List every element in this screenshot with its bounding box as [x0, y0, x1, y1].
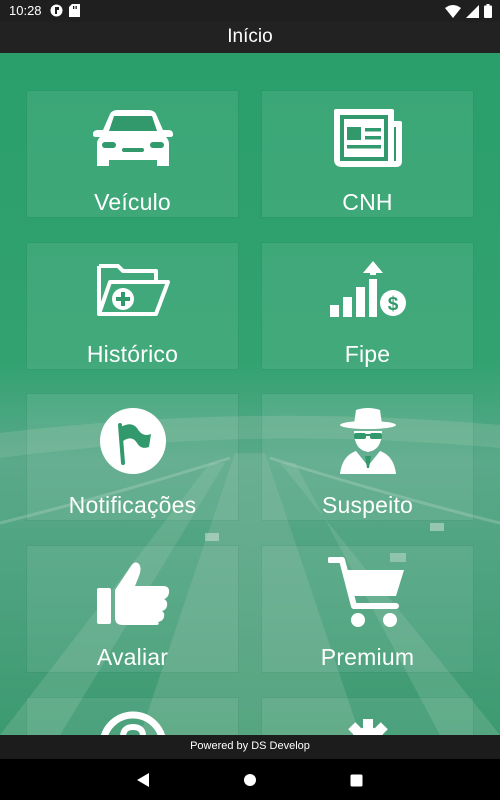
menu-item-suspeito[interactable]: Suspeito: [262, 394, 473, 520]
menu-item-ajuda[interactable]: [27, 698, 238, 735]
back-triangle-icon: [137, 773, 149, 787]
menu-item-label: Fipe: [344, 341, 391, 367]
menu-item-premium[interactable]: Premium: [262, 546, 473, 672]
menu-item-veiculo[interactable]: Veículo: [27, 91, 238, 217]
app-bar: Início: [0, 22, 500, 53]
menu-item-notificacoes[interactable]: Notificações: [27, 394, 238, 520]
menu-item-label: Histórico: [86, 341, 179, 367]
menu-item-configuracoes[interactable]: [262, 698, 473, 735]
recents-square-icon: [350, 774, 362, 786]
settings-icon: [347, 719, 388, 735]
back-button[interactable]: [132, 769, 154, 791]
recents-button[interactable]: [345, 769, 367, 791]
svg-text:$: $: [387, 294, 398, 315]
sd-card-icon: [69, 4, 80, 17]
spy-icon: [339, 408, 396, 474]
powered-by-footer: Powered by DS Develop: [0, 735, 500, 759]
notification-icon: [50, 4, 63, 17]
signal-icon: [466, 4, 479, 18]
price-chart-icon: $: [329, 261, 406, 317]
menu-item-label: Notificações: [68, 492, 197, 518]
flag-icon: [99, 408, 166, 474]
wifi-icon: [445, 4, 461, 18]
folder-add-icon: [96, 264, 170, 316]
menu-item-label: CNH: [342, 189, 393, 215]
menu-item-historico[interactable]: Histórico: [27, 243, 238, 369]
menu-item-label: Premium: [320, 644, 415, 670]
status-time: 10:28: [9, 3, 42, 18]
car-icon: [92, 110, 173, 166]
cart-icon: [327, 557, 404, 627]
status-bar: 10:28: [0, 0, 500, 22]
document-card-icon: [333, 109, 402, 167]
menu-item-label: Avaliar: [96, 644, 169, 670]
home-circle-icon: [244, 774, 256, 786]
menu-item-fipe[interactable]: $ Fipe: [262, 243, 473, 369]
menu-item-label: Veículo: [94, 189, 171, 215]
menu-grid: Veículo CNH Histórico $ Fipe Notificaçõe…: [0, 53, 500, 735]
menu-item-label: Suspeito: [321, 492, 414, 518]
home-button[interactable]: [239, 769, 261, 791]
menu-item-cnh[interactable]: CNH: [262, 91, 473, 217]
page-title: Início: [227, 26, 273, 47]
battery-icon: [484, 4, 492, 18]
menu-item-avaliar[interactable]: Avaliar: [27, 546, 238, 672]
system-navigation-bar: [0, 759, 500, 800]
thumbs-up-icon: [96, 562, 169, 625]
help-icon: [100, 711, 165, 735]
